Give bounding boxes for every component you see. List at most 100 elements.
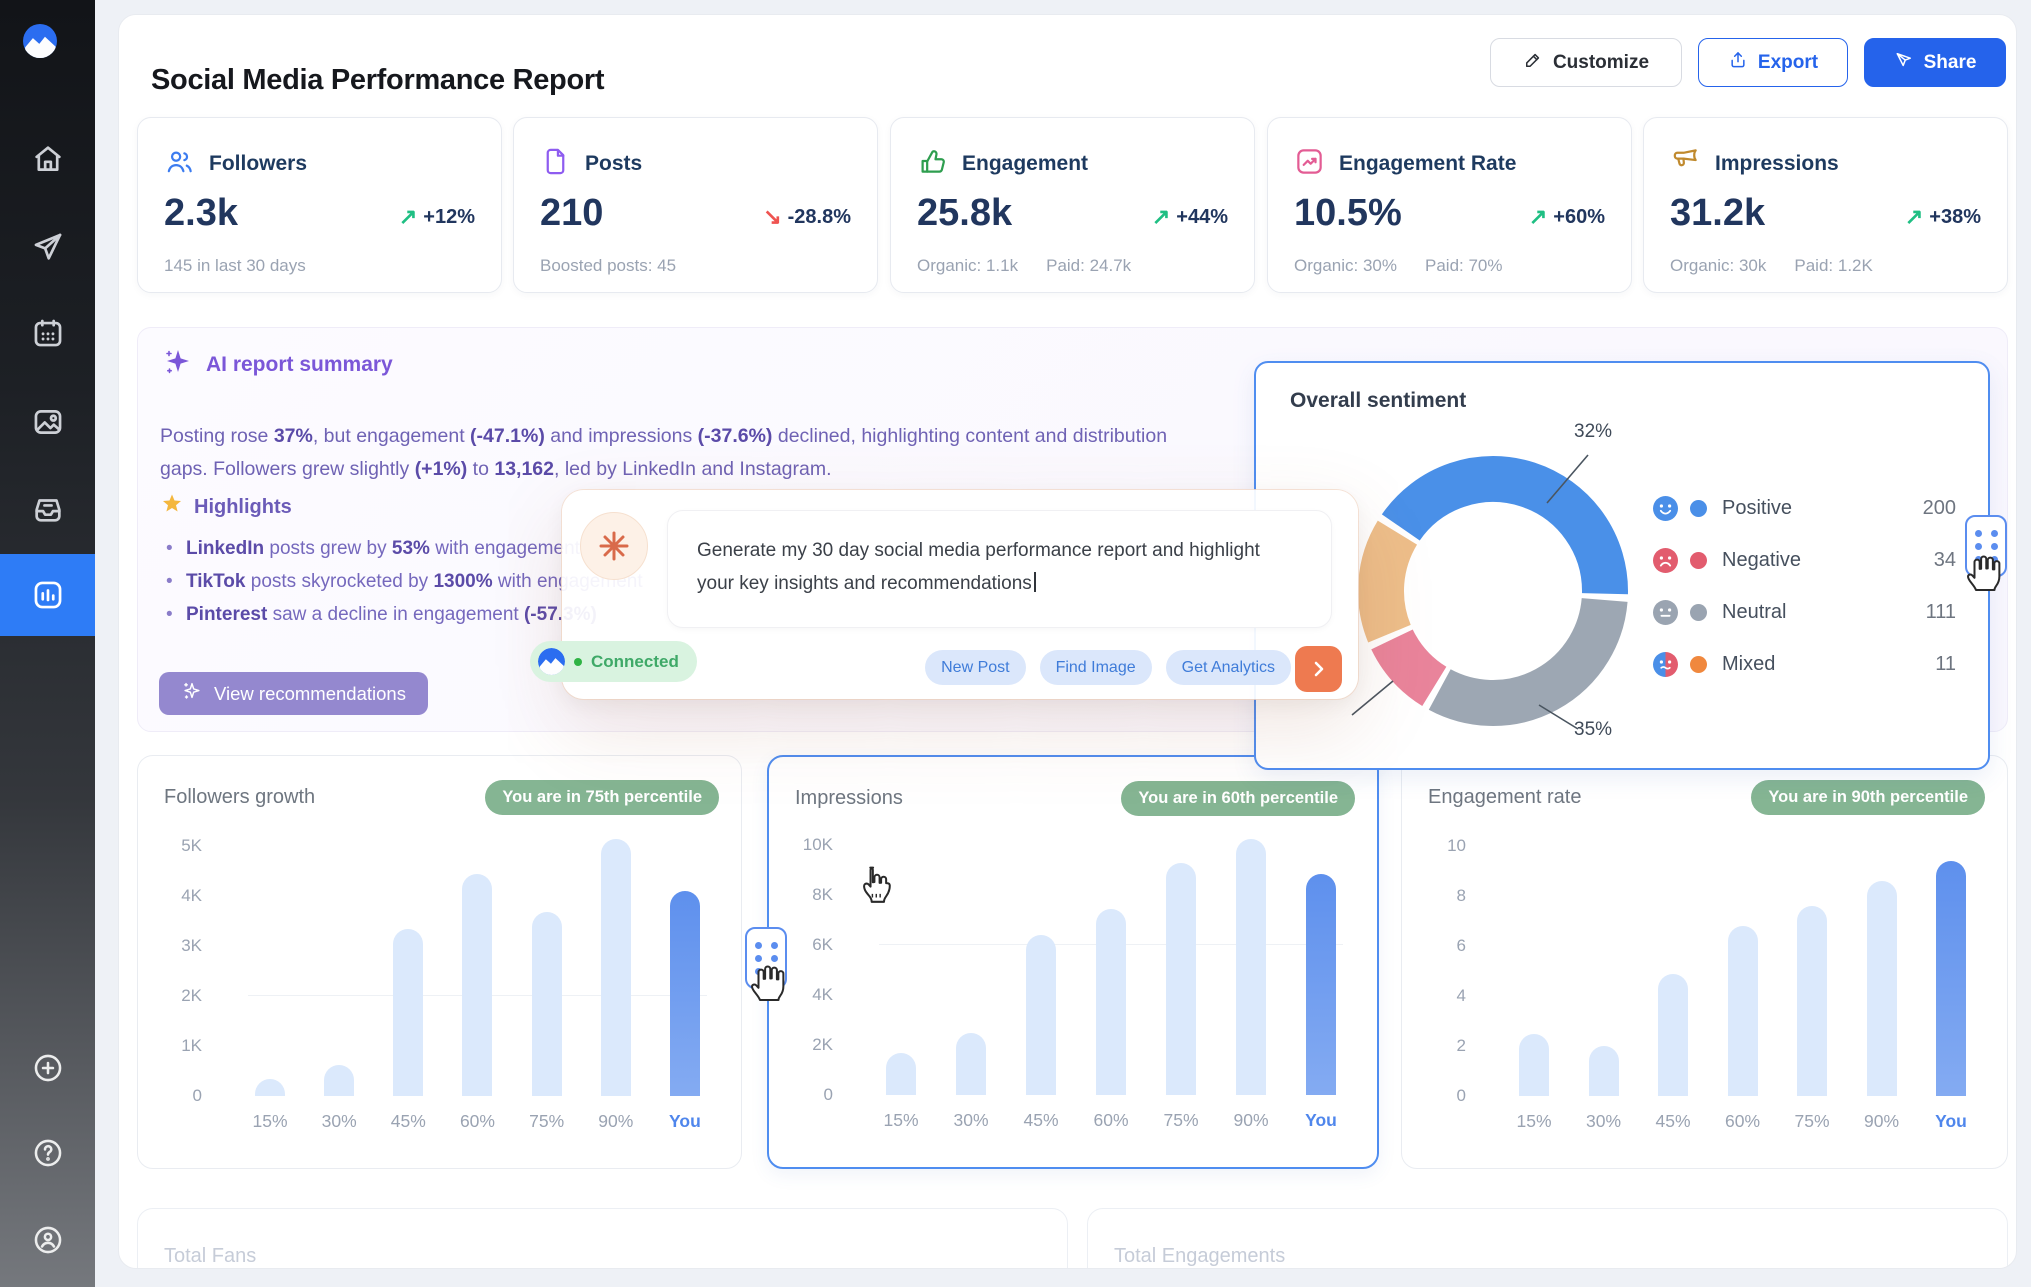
x-tick-label: 30% [322,1111,357,1132]
trend-arrow-icon: ↗ [1529,204,1547,230]
sidebar-item-analytics[interactable] [31,578,65,612]
y-tick-label: 8 [1457,886,1466,906]
percentile-bar [1026,935,1056,1095]
total-fans-card: Total Fans [137,1208,1068,1269]
percentile-bar [532,912,562,1096]
megaphone-icon [1670,146,1701,182]
percentile-bar [1166,863,1196,1096]
export-button[interactable]: Export [1698,38,1848,87]
x-tick-label: You [1935,1111,1967,1132]
sidebar-item-help[interactable] [31,1136,65,1170]
highlights-heading: Highlights [160,492,292,522]
upload-icon [1728,50,1748,76]
y-tick-label: 1K [181,1036,202,1056]
engagement-rate-chart: Engagement rate You are in 90th percenti… [1401,755,2008,1169]
sentiment-face-icon [1652,599,1679,626]
chart-title: Followers growth [164,786,315,809]
y-tick-label: 10K [803,835,833,855]
x-tick-label: 90% [1233,1110,1268,1131]
plot-area: 15%30%45%60%75%90%You [885,839,1337,1095]
x-tick-label: 75% [1163,1110,1198,1131]
percentile-bar [393,929,423,1097]
y-tick-label: 2K [812,1035,833,1055]
kpi-card-engagement-rate: Engagement Rate 10.5% ↗+60% Organic: 30%… [1267,117,1632,293]
x-tick-label: 30% [953,1110,988,1131]
main-content: Social Media Performance Report Customiz… [118,14,2017,1269]
customize-button[interactable]: Customize [1490,38,1682,87]
y-tick-label: 3K [181,936,202,956]
y-tick-label: 0 [824,1085,833,1105]
find-image-button[interactable]: Find Image [1040,650,1152,685]
kpi-card-impressions: Impressions 31.2k ↗+38% Organic: 30kPaid… [1643,117,2008,293]
y-tick-label: 6K [812,935,833,955]
sidebar-item-account[interactable] [31,1223,65,1257]
sidebar-item-add[interactable] [31,1051,65,1085]
x-tick-label: 75% [1794,1111,1829,1132]
followers-icon [164,146,195,182]
card-title: Total Fans [164,1245,256,1268]
percentile-badge: You are in 75th percentile [485,780,719,815]
chat-quick-actions: New Post Find Image Get Analytics [925,650,1291,685]
sentiment-face-icon [1652,495,1679,522]
x-tick-label: 60% [1725,1111,1760,1132]
y-tick-label: 4K [812,985,833,1005]
y-tick-label: 5K [181,836,202,856]
sentiment-panel-drag-handle[interactable] [1965,515,2007,577]
kpi-card-followers: Followers 2.3k ↗+12% 145 in last 30 days [137,117,502,293]
y-tick-label: 10 [1447,836,1466,856]
y-axis: 10K8K6K4K2K0 [795,839,833,1095]
y-tick-label: 2K [181,986,202,1006]
impressions-panel-drag-handle[interactable] [745,927,787,989]
view-recommendations-button[interactable]: View recommendations [159,672,428,715]
chat-message-input[interactable]: Generate my 30 day social media performa… [667,510,1332,628]
percentile-bar [886,1053,916,1096]
percentile-bar [1096,909,1126,1095]
sidebar-item-inbox[interactable] [31,492,65,526]
percentile-bar [1236,839,1266,1095]
y-tick-label: 4K [181,886,202,906]
x-tick-label: 90% [1864,1111,1899,1132]
y-tick-label: 0 [1457,1086,1466,1106]
percentile-bar [956,1033,986,1096]
sidebar-item-media[interactable] [31,405,65,439]
trend-arrow-icon: ↗ [1905,204,1923,230]
chat-text-line: your key insights and recommendations [697,567,1331,600]
x-tick-label: 30% [1586,1111,1621,1132]
legend-value: 34 [1934,549,1956,572]
percentile-bar [1867,881,1897,1096]
ai-summary-title: AI report summary [206,353,393,377]
sidebar-item-calendar[interactable] [31,316,65,350]
x-tick-label: 45% [1655,1111,1690,1132]
legend-value: 111 [1926,601,1956,624]
trend-arrow-icon: ↗ [1152,204,1170,230]
legend-label: Negative [1722,549,1934,572]
get-analytics-button[interactable]: Get Analytics [1166,650,1291,685]
new-post-button[interactable]: New Post [925,650,1025,685]
percentile-bar [255,1079,285,1097]
legend-row: Negative34 [1652,534,1956,586]
kpi-card-engagement: Engagement 25.8k ↗+44% Organic: 1.1kPaid… [890,117,1255,293]
kpi-subtext: Boosted posts: 45 [540,256,676,276]
star-icon [160,492,184,522]
page-title: Social Media Performance Report [151,64,604,97]
followers-growth-chart: Followers growth You are in 75th percent… [137,755,742,1169]
y-tick-label: 4 [1457,986,1466,1006]
y-axis: 5K4K3K2K1K0 [164,840,202,1096]
legend-row: Neutral111 [1652,586,1956,638]
sidebar [0,0,95,1287]
percentile-bar [1519,1034,1549,1097]
app-logo[interactable] [23,24,73,74]
legend-value: 11 [1935,653,1956,676]
send-button[interactable] [1295,646,1342,692]
y-axis: 1086420 [1428,840,1466,1096]
sidebar-item-publish[interactable] [31,230,65,264]
sidebar-item-home[interactable] [31,142,65,176]
share-button[interactable]: Share [1864,38,2006,87]
pencil-icon [1523,50,1543,76]
kpi-card-posts: Posts 210 ↘-28.8% Boosted posts: 45 [513,117,878,293]
percentile-bar [1728,926,1758,1096]
x-tick-label: 45% [391,1111,426,1132]
share-icon [1894,50,1914,76]
x-tick-label: 15% [252,1111,287,1132]
plot-area: 15%30%45%60%75%90%You [254,840,701,1096]
